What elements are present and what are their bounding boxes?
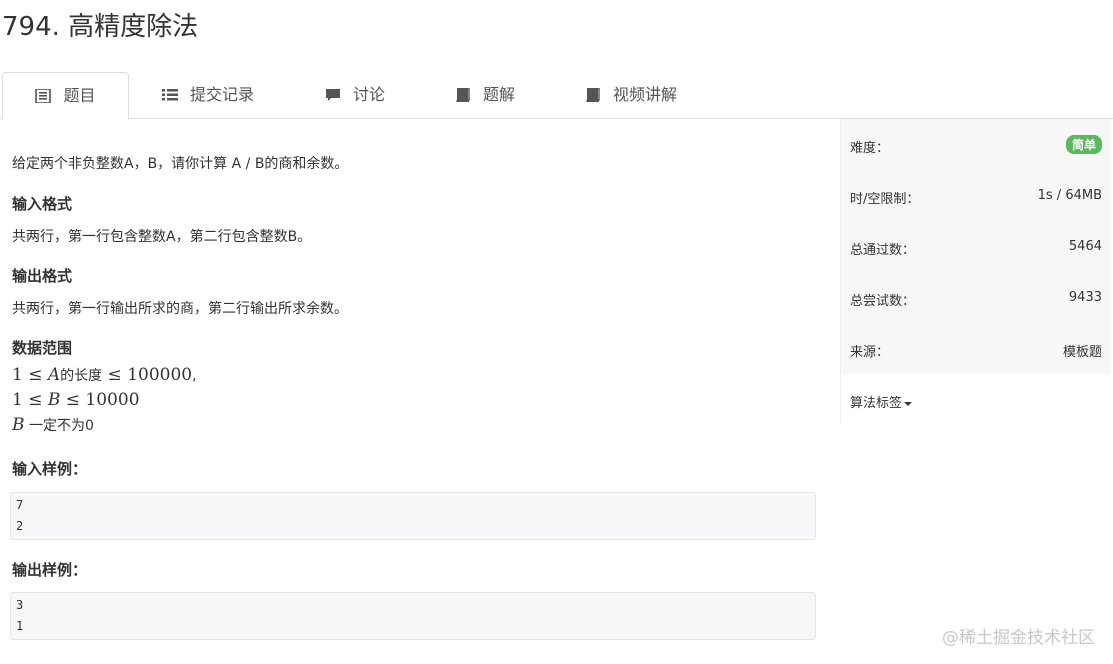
comment-icon (326, 89, 340, 101)
source-label: 来源： (850, 345, 890, 360)
tab-problem-label: 题目 (63, 86, 96, 105)
tab-problem[interactable]: 题目 (2, 72, 129, 120)
tab-submissions[interactable]: 提交记录 (162, 72, 254, 118)
input-format-text: 共两行，第一行包含整数A，第二行包含整数B。 (12, 229, 312, 245)
sample-input-line: 2 (16, 519, 24, 533)
page-title: 794. 高精度除法 (2, 12, 199, 42)
range-line-1: 1 ≤ A的长度 ≤ 100000, (12, 365, 197, 385)
problem-tabs: 题目 提交记录 讨论 题解 视频讲解 (0, 72, 1113, 120)
algorithm-tags-row: 算法标签 (841, 374, 1111, 425)
problem-intro: 给定两个非负整数A，B，请你计算 A / B的商和余数。 (12, 156, 349, 172)
tab-video-label: 视频讲解 (613, 85, 678, 104)
algorithm-tags-label: 算法标签 (850, 396, 903, 411)
difficulty-row: 难度： 简单 (841, 119, 1111, 171)
passed-value: 5464 (1068, 239, 1102, 254)
source-value: 模板题 (1062, 345, 1102, 360)
sample-input-heading: 输入样例： (12, 460, 88, 478)
tab-video[interactable]: 视频讲解 (585, 72, 677, 118)
attempts-label: 总尝试数： (850, 294, 916, 309)
difficulty-badge: 简单 (1065, 135, 1102, 154)
sample-input-block[interactable]: 7 2 (10, 492, 816, 540)
problem-info-sidebar: 难度： 简单 时/空限制： 1s / 64MB 总通过数： 5464 总尝试数：… (840, 119, 1111, 425)
passed-row: 总通过数： 5464 (841, 221, 1111, 273)
sample-input-line: 7 (16, 498, 24, 512)
tab-solutions[interactable]: 题解 (455, 72, 515, 118)
tab-solutions-label: 题解 (483, 85, 516, 104)
output-format-text: 共两行，第一行输出所求的商，第二行输出所求余数。 (12, 301, 348, 317)
passed-label: 总通过数： (850, 243, 916, 258)
limit-value: 1s / 64MB (1037, 188, 1102, 203)
limit-label: 时/空限制： (850, 192, 920, 207)
range-line-3: B 一定不为0 (12, 415, 94, 435)
input-format-heading: 输入格式 (12, 195, 73, 213)
limit-row: 时/空限制： 1s / 64MB (841, 170, 1111, 222)
caret-down-icon (904, 401, 913, 406)
document-icon (35, 89, 52, 103)
algorithm-tags-toggle[interactable]: 算法标签 (850, 392, 913, 411)
attempts-value: 9433 (1068, 290, 1102, 305)
difficulty-label: 难度： (850, 141, 890, 156)
source-row: 来源： 模板题 (841, 323, 1111, 375)
output-format-heading: 输出格式 (12, 267, 73, 285)
tab-discussion[interactable]: 讨论 (325, 72, 385, 118)
attempts-row: 总尝试数： 9433 (841, 272, 1111, 324)
sample-output-line: 3 (16, 598, 24, 612)
tab-submissions-label: 提交记录 (190, 85, 255, 104)
sample-output-block[interactable]: 3 1 (10, 592, 816, 640)
book-icon (456, 88, 470, 102)
sample-output-heading: 输出样例： (12, 561, 88, 579)
sample-output-line: 1 (16, 619, 24, 633)
watermark: @稀土掘金技术社区 (942, 628, 1095, 648)
data-range-heading: 数据范围 (12, 339, 73, 357)
list-icon (162, 89, 178, 101)
tab-discussion-label: 讨论 (353, 85, 386, 104)
range-line-2: 1 ≤ B ≤ 10000 (12, 390, 140, 410)
book-icon (586, 88, 600, 102)
